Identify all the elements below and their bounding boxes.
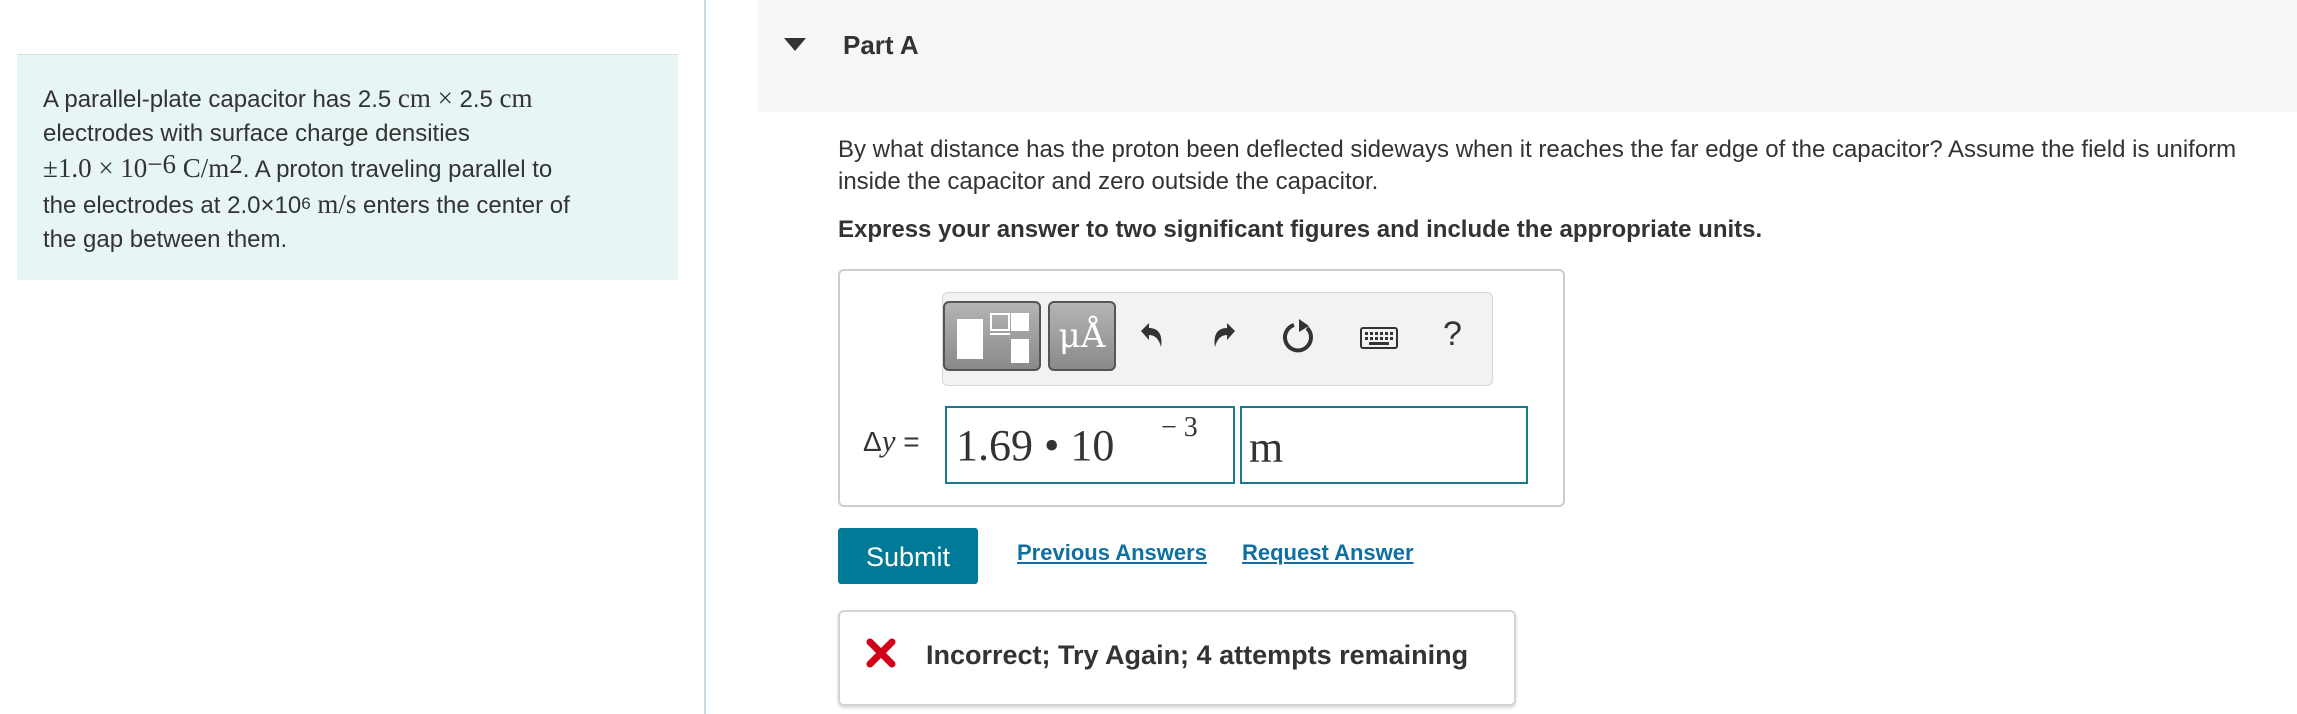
part-title: Part A [843, 30, 919, 60]
templates-button[interactable] [943, 301, 1041, 371]
problem-line-1: A parallel-plate capacitor has 2.5 cm × … [43, 83, 533, 113]
answer-box: μÅ ? Δy = 1.69 • 10 − 3 m [838, 269, 1565, 507]
answer-unit-input[interactable]: m [1240, 406, 1528, 484]
feedback-message: Incorrect; Try Again; 4 attempts remaini… [838, 610, 1516, 706]
answer-value: 1.69 • 10 [956, 421, 1115, 470]
request-answer-link[interactable]: Request Answer [1242, 540, 1414, 566]
question-text: By what distance has the proton been def… [838, 136, 2237, 195]
keyboard-icon[interactable] [1359, 317, 1399, 357]
panel-divider [704, 0, 706, 714]
help-icon[interactable]: ? [1443, 315, 1462, 354]
math-toolbar: μÅ ? [942, 292, 1493, 386]
part-header[interactable]: Part A [758, 0, 2297, 112]
x-mark-icon [866, 638, 896, 668]
collapse-caret-icon[interactable] [784, 38, 806, 51]
instruction-text: Express your answer to two significant f… [838, 216, 1763, 243]
answer-variable-label: Δy = [863, 423, 920, 458]
answer-value-input[interactable]: 1.69 • 10 − 3 [945, 406, 1235, 484]
units-icon: μÅ [1058, 316, 1106, 356]
problem-statement: A parallel-plate capacitor has 2.5 cm × … [17, 54, 678, 280]
answer-exponent: − 3 [1161, 412, 1198, 443]
redo-icon[interactable] [1207, 317, 1245, 357]
units-button[interactable]: μÅ [1048, 301, 1116, 371]
feedback-text: Incorrect; Try Again; 4 attempts remaini… [926, 640, 1469, 670]
problem-line-4: the electrodes at 2.0×106 m/s enters the… [43, 189, 570, 219]
reset-icon[interactable] [1280, 317, 1318, 357]
previous-answers-link[interactable]: Previous Answers [1017, 540, 1207, 566]
answer-unit: m [1249, 423, 1284, 472]
problem-line-2: electrodes with surface charge densities [43, 120, 470, 147]
submit-button[interactable]: Submit [838, 528, 978, 584]
undo-icon[interactable] [1131, 317, 1169, 357]
problem-line-3: ±1.0 × 10−6 C/m2. A proton traveling par… [43, 149, 553, 184]
problem-line-5: the gap between them. [43, 226, 288, 253]
